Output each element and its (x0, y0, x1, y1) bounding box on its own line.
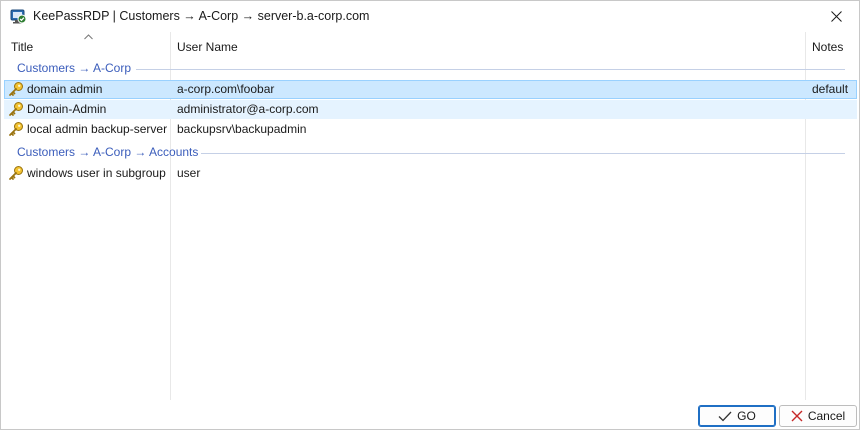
table-row[interactable]: domain admin a-corp.com\foobar default (4, 80, 857, 99)
entry-title: Domain-Admin (27, 102, 107, 116)
close-icon (830, 11, 842, 22)
group-separator (136, 69, 845, 70)
column-header-label: Title (11, 40, 34, 54)
table-row[interactable]: local admin backup-server backupsrv\back… (4, 120, 857, 139)
entry-username: a-corp.com\foobar (177, 82, 275, 96)
close-button[interactable] (813, 1, 859, 32)
group-separator (201, 153, 845, 154)
table-row[interactable]: Domain-Admin administrator@a-corp.com (4, 100, 857, 119)
checkmark-icon (718, 411, 732, 421)
cross-icon (791, 410, 803, 422)
key-icon (9, 82, 23, 96)
keepassrdp-dialog: KeePassRDP | Customers → A-Corp → server… (0, 0, 860, 430)
group-header[interactable]: Customers → A-Corp → Accounts (4, 145, 859, 163)
sort-ascending-icon (84, 34, 93, 40)
group-header[interactable]: Customers → A-Corp (4, 61, 859, 79)
group-label: Customers → A-Corp → Accounts (17, 145, 199, 159)
go-button-label: GO (737, 409, 756, 423)
column-header-notes[interactable]: Notes (805, 32, 859, 62)
group-label: Customers → A-Corp (17, 61, 132, 75)
key-icon (9, 122, 23, 136)
entry-notes: default (812, 82, 849, 96)
entry-title: windows user in subgroup (27, 166, 166, 180)
column-header-label: User Name (177, 40, 238, 54)
cancel-button[interactable]: Cancel (779, 405, 857, 427)
column-header-title[interactable]: Title (4, 32, 170, 62)
entry-username: administrator@a-corp.com (177, 102, 319, 116)
entry-title: domain admin (27, 82, 103, 96)
column-header-label: Notes (812, 40, 844, 54)
column-header-username[interactable]: User Name (170, 32, 805, 62)
cancel-button-label: Cancel (807, 409, 846, 423)
entry-username: backupsrv\backupadmin (177, 122, 307, 136)
keepassrdp-icon (10, 9, 27, 24)
key-icon (9, 102, 23, 116)
window-title: KeePassRDP | Customers → A-Corp → server… (33, 9, 370, 23)
entry-username: user (177, 166, 201, 180)
entry-title: local admin backup-server (27, 122, 168, 136)
title-bar: KeePassRDP | Customers → A-Corp → server… (1, 1, 859, 32)
go-button[interactable]: GO (698, 405, 776, 427)
entry-list[interactable]: Title User Name Notes Customers → A-Corp… (4, 32, 859, 400)
table-row[interactable]: windows user in subgroup user (4, 164, 857, 183)
key-icon (9, 166, 23, 180)
